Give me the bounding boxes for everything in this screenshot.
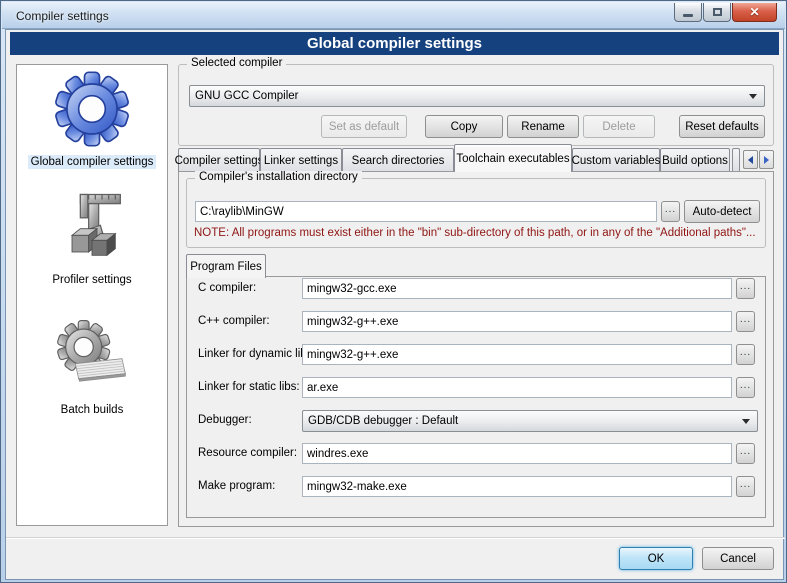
linker-static-browse-button[interactable]: ...	[736, 377, 755, 398]
auto-detect-button[interactable]: Auto-detect	[684, 200, 760, 223]
make-program-input[interactable]	[302, 476, 732, 497]
tab-search-directories[interactable]: Search directories	[342, 148, 454, 172]
sidebar-item-label: Global compiler settings	[28, 155, 157, 169]
ok-button[interactable]: OK	[619, 547, 693, 570]
window-title: Compiler settings	[16, 9, 109, 23]
tab-overflow-sliver[interactable]	[732, 148, 740, 172]
delete-button[interactable]: Delete	[583, 115, 655, 138]
page-header: Global compiler settings	[10, 32, 779, 55]
settings-sidebar: Global compiler settings	[16, 64, 168, 526]
debugger-select[interactable]: GDB/CDB debugger : Default	[302, 410, 758, 432]
tab-scroll-left-button[interactable]	[743, 150, 758, 169]
copy-button[interactable]: Copy	[425, 115, 503, 138]
linker-dynamic-browse-button[interactable]: ...	[736, 344, 755, 365]
gray-gear-stack-icon	[52, 317, 132, 397]
chevron-down-icon	[749, 94, 757, 99]
subtab-program-files[interactable]: Program Files	[186, 254, 266, 278]
selected-compiler-group: Selected compiler GNU GCC Compiler Set a…	[178, 64, 774, 146]
field-label: C++ compiler:	[198, 315, 270, 327]
reset-defaults-button[interactable]: Reset defaults	[679, 115, 765, 138]
rename-button[interactable]: Rename	[507, 115, 579, 138]
tab-compiler-settings[interactable]: Compiler settings	[178, 148, 260, 172]
blue-gear-icon	[52, 69, 132, 149]
close-icon: ✕	[749, 5, 759, 19]
chevron-down-icon	[742, 419, 750, 424]
linker-dynamic-input[interactable]	[302, 344, 732, 365]
arrow-left-icon	[748, 156, 753, 164]
sidebar-item-label: Batch builds	[58, 403, 127, 417]
tab-linker-settings[interactable]: Linker settings	[260, 148, 342, 172]
cancel-button[interactable]: Cancel	[702, 547, 774, 570]
install-dir-input[interactable]	[195, 201, 657, 222]
cpp-compiler-browse-button[interactable]: ...	[736, 311, 755, 332]
install-dir-note: NOTE: All programs must exist either in …	[194, 227, 760, 239]
sidebar-item-batch-builds[interactable]: Batch builds	[17, 317, 167, 417]
cpp-compiler-input[interactable]	[302, 311, 732, 332]
sidebar-item-label: Profiler settings	[49, 273, 134, 287]
tab-toolchain-executables[interactable]: Toolchain executables	[454, 144, 572, 172]
titlebar[interactable]: Compiler settings ✕	[2, 2, 785, 29]
footer-separator	[6, 537, 785, 539]
minimize-button[interactable]	[674, 3, 702, 22]
install-dir-legend: Compiler's installation directory	[195, 171, 362, 183]
tab-build-options[interactable]: Build options	[660, 148, 730, 172]
minimize-icon	[683, 14, 693, 17]
close-button[interactable]: ✕	[732, 3, 777, 22]
c-compiler-browse-button[interactable]: ...	[736, 278, 755, 299]
linker-static-input[interactable]	[302, 377, 732, 398]
compiler-select-value: GNU GCC Compiler	[195, 90, 299, 102]
selected-compiler-legend: Selected compiler	[187, 57, 286, 69]
field-label: Make program:	[198, 480, 275, 492]
tab-scroll-right-button[interactable]	[759, 150, 774, 169]
compiler-settings-window: Compiler settings ✕ Global compiler sett…	[0, 0, 787, 583]
make-program-browse-button[interactable]: ...	[736, 476, 755, 497]
field-label: Debugger:	[198, 414, 252, 426]
field-label: Linker for static libs:	[198, 381, 300, 393]
field-label: C compiler:	[198, 282, 256, 294]
maximize-icon	[713, 8, 722, 16]
dialog-content: Global compiler settings	[5, 29, 784, 580]
sidebar-item-global-compiler-settings[interactable]: Global compiler settings	[17, 69, 167, 169]
debugger-select-value: GDB/CDB debugger : Default	[308, 415, 458, 427]
page-title: Global compiler settings	[307, 35, 482, 52]
install-dir-browse-button[interactable]: ...	[661, 201, 680, 222]
field-label: Linker for dynamic libs:	[198, 348, 316, 360]
tab-custom-variables[interactable]: Custom variables	[572, 148, 660, 172]
set-as-default-button[interactable]: Set as default	[321, 115, 407, 138]
resource-compiler-browse-button[interactable]: ...	[736, 443, 755, 464]
sidebar-item-profiler-settings[interactable]: Profiler settings	[17, 187, 167, 287]
field-label: Resource compiler:	[198, 447, 297, 459]
maximize-button[interactable]	[703, 3, 731, 22]
resource-compiler-input[interactable]	[302, 443, 732, 464]
c-compiler-input[interactable]	[302, 278, 732, 299]
compiler-select[interactable]: GNU GCC Compiler	[189, 85, 765, 107]
caliper-icon	[52, 187, 132, 267]
arrow-right-icon	[764, 156, 769, 164]
